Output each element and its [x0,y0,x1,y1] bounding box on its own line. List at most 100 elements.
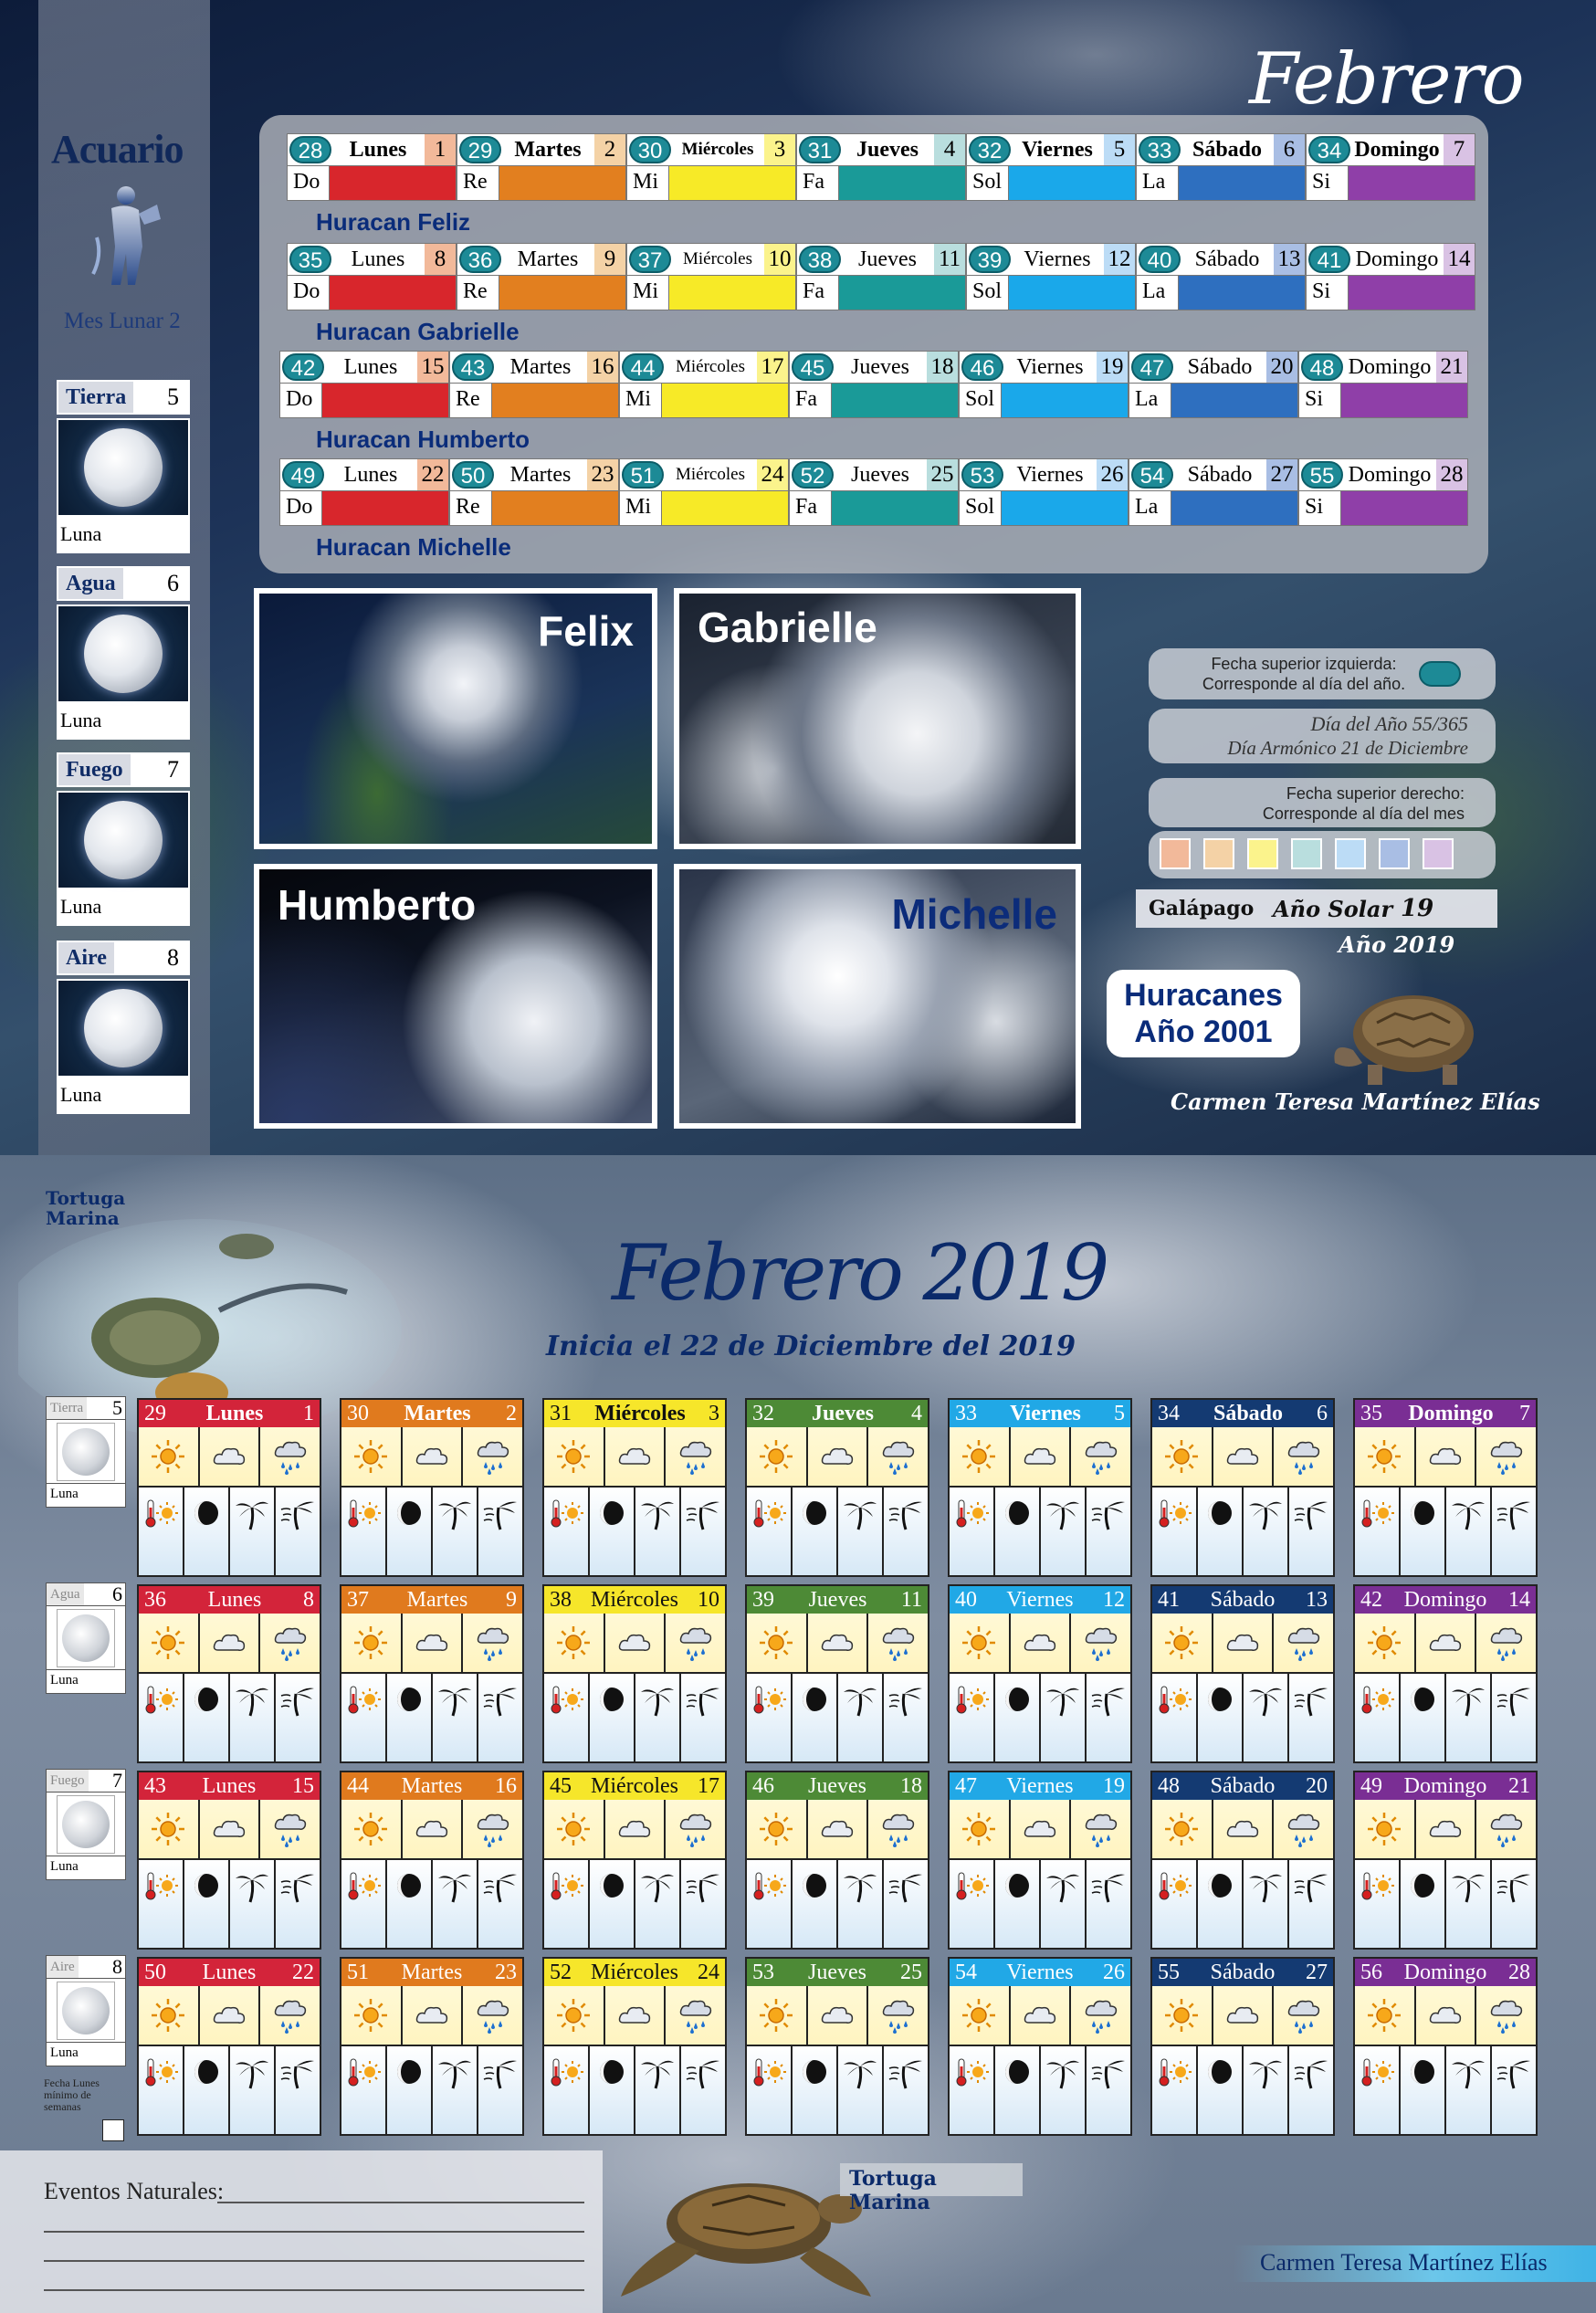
wind-palm-icon[interactable] [478,1674,522,1761]
moon-phase-icon[interactable] [1198,2046,1244,2134]
thermometer-sun-icon[interactable] [747,1674,793,1761]
day-cell[interactable]: 56 Domingo 28 [1353,1957,1538,2136]
sun-icon[interactable] [1152,1986,1213,2045]
wind-palm-icon[interactable] [884,1488,928,1575]
day-block[interactable]: 33 Sábado 6 La [1136,133,1306,201]
cloud-icon[interactable] [808,1986,869,2045]
palm-tree-icon[interactable] [230,1488,276,1575]
sun-icon[interactable] [1152,1800,1213,1858]
cloud-icon[interactable] [1416,1614,1477,1672]
sun-icon[interactable] [1152,1427,1213,1486]
day-cell[interactable]: 32 Jueves 4 [745,1398,929,1577]
day-block[interactable]: 45 Jueves 18 Fa [789,351,959,418]
day-block[interactable]: 28 Lunes 1 Do [287,133,457,201]
day-block[interactable]: 31 Jueves 4 Fa [796,133,966,201]
palm-tree-icon[interactable] [1041,1674,1087,1761]
wind-palm-icon[interactable] [1492,2046,1536,2134]
day-cell[interactable]: 40 Viernes 12 [948,1584,1132,1763]
wind-palm-icon[interactable] [1492,1488,1536,1575]
palm-tree-icon[interactable] [1244,1674,1289,1761]
moon-phase-icon[interactable] [995,2046,1041,2134]
sun-icon[interactable] [747,1986,808,2045]
day-block[interactable]: 32 Viernes 5 Sol [966,133,1136,201]
rain-cloud-icon[interactable] [868,1800,928,1858]
thermometer-sun-icon[interactable] [1355,1860,1401,1948]
palm-tree-icon[interactable] [1446,1860,1492,1948]
rain-cloud-icon[interactable] [260,1800,320,1858]
day-block[interactable]: 52 Jueves 25 Fa [789,458,959,526]
cloud-icon[interactable] [1213,1986,1275,2045]
eventos-line[interactable] [44,2260,584,2262]
day-block[interactable]: 51 Miércoles 24 Mi [619,458,789,526]
palm-tree-icon[interactable] [1041,1860,1087,1948]
wind-palm-icon[interactable] [681,1488,725,1575]
day-cell[interactable]: 50 Lunes 22 [137,1957,321,2136]
wind-palm-icon[interactable] [1289,2046,1333,2134]
moon-phase-icon[interactable] [184,2046,230,2134]
thermometer-sun-icon[interactable] [139,2046,184,2134]
rain-cloud-icon[interactable] [1476,1800,1536,1858]
rain-cloud-icon[interactable] [463,1427,522,1486]
wind-palm-icon[interactable] [1492,1674,1536,1761]
day-cell[interactable]: 29 Lunes 1 [137,1398,321,1577]
day-cell[interactable]: 41 Sábado 13 [1150,1584,1335,1763]
rain-cloud-icon[interactable] [1476,1614,1536,1672]
wind-palm-icon[interactable] [276,1674,320,1761]
thermometer-sun-icon[interactable] [544,1488,590,1575]
wind-palm-icon[interactable] [1492,1860,1536,1948]
day-block[interactable]: 43 Martes 16 Re [449,351,619,418]
sun-icon[interactable] [341,1800,403,1858]
sun-icon[interactable] [1355,1614,1416,1672]
moon-phase-icon[interactable] [590,1860,635,1948]
thermometer-sun-icon[interactable] [950,2046,995,2134]
cloud-icon[interactable] [200,1614,261,1672]
palm-tree-icon[interactable] [1041,2046,1087,2134]
day-cell[interactable]: 35 Domingo 7 [1353,1398,1538,1577]
palm-tree-icon[interactable] [230,2046,276,2134]
sun-icon[interactable] [950,1427,1011,1486]
cloud-icon[interactable] [605,1986,667,2045]
moon-phase-icon[interactable] [387,1488,433,1575]
day-block[interactable]: 46 Viernes 19 Sol [959,351,1129,418]
day-cell[interactable]: 53 Jueves 25 [745,1957,929,2136]
wind-palm-icon[interactable] [884,1860,928,1948]
cloud-icon[interactable] [200,1986,261,2045]
cloud-icon[interactable] [1011,1614,1072,1672]
sun-icon[interactable] [1152,1614,1213,1672]
palm-tree-icon[interactable] [1244,1488,1289,1575]
sun-icon[interactable] [1355,1800,1416,1858]
thermometer-sun-icon[interactable] [1355,2046,1401,2134]
wind-palm-icon[interactable] [681,1860,725,1948]
day-block[interactable]: 39 Viernes 12 Sol [966,243,1136,310]
moon-phase-icon[interactable] [1198,1674,1244,1761]
thermometer-sun-icon[interactable] [1152,1860,1198,1948]
day-cell[interactable]: 48 Sábado 20 [1150,1771,1335,1950]
wind-palm-icon[interactable] [1087,1488,1130,1575]
day-cell[interactable]: 31 Miércoles 3 [542,1398,727,1577]
sun-icon[interactable] [341,1614,403,1672]
moon-phase-icon[interactable] [793,1860,838,1948]
day-block[interactable]: 44 Miércoles 17 Mi [619,351,789,418]
sun-icon[interactable] [950,1986,1011,2045]
palm-tree-icon[interactable] [635,1488,681,1575]
sun-icon[interactable] [139,1986,200,2045]
thermometer-sun-icon[interactable] [341,1674,387,1761]
eventos-line[interactable] [44,2231,584,2233]
rain-cloud-icon[interactable] [463,1986,522,2045]
rain-cloud-icon[interactable] [1476,1986,1536,2045]
sun-icon[interactable] [747,1427,808,1486]
day-block[interactable]: 37 Miércoles 10 Mi [626,243,796,310]
sun-icon[interactable] [341,1986,403,2045]
cloud-icon[interactable] [1416,1986,1477,2045]
day-cell[interactable]: 37 Martes 9 [340,1584,524,1763]
moon-phase-icon[interactable] [995,1488,1041,1575]
cloud-icon[interactable] [200,1800,261,1858]
moon-phase-icon[interactable] [590,1674,635,1761]
rain-cloud-icon[interactable] [1071,1427,1130,1486]
day-cell[interactable]: 30 Martes 2 [340,1398,524,1577]
rain-cloud-icon[interactable] [868,1427,928,1486]
palm-tree-icon[interactable] [1446,1674,1492,1761]
moon-phase-icon[interactable] [387,1674,433,1761]
sun-icon[interactable] [341,1427,403,1486]
rain-cloud-icon[interactable] [1274,1614,1333,1672]
